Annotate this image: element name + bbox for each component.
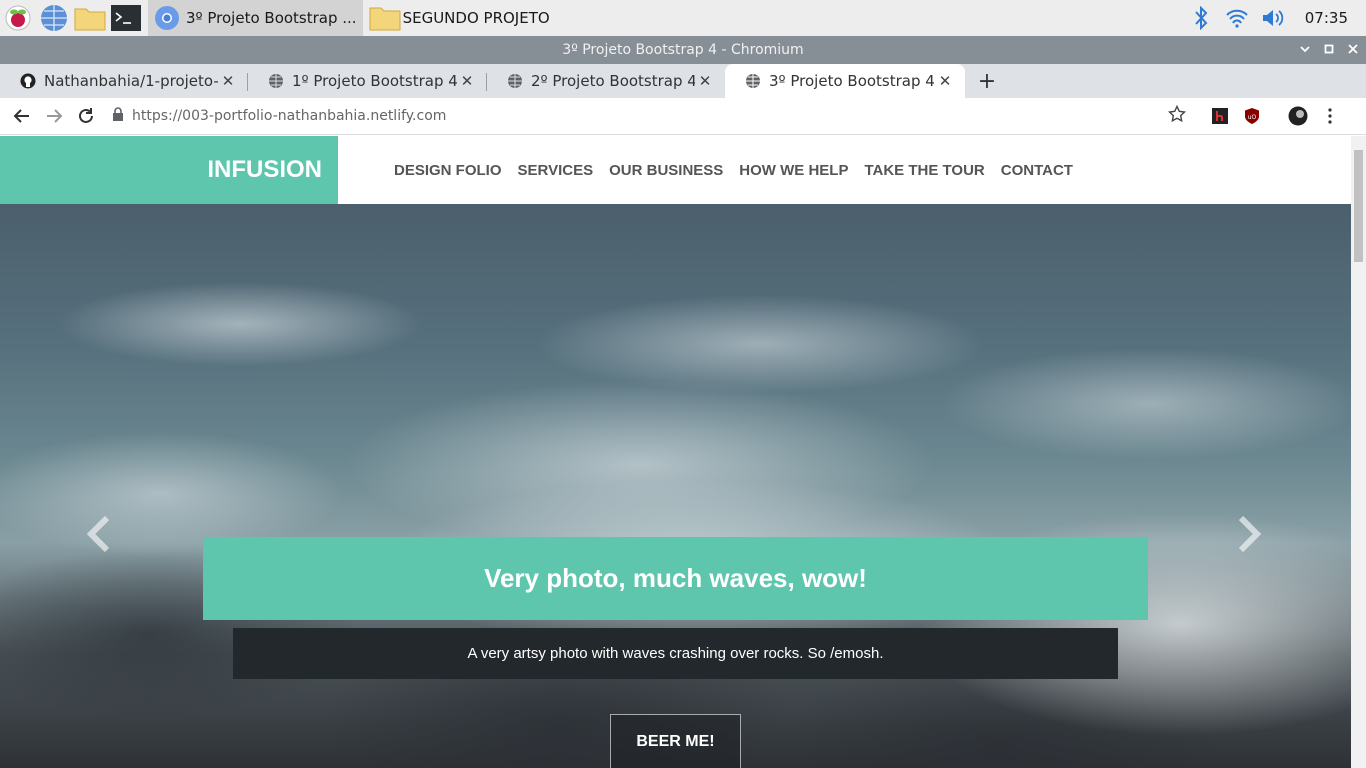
browser-toolbar: https://003-portfolio-nathanbahia.netlif… (0, 98, 1366, 135)
chromium-icon (155, 6, 179, 30)
bookmark-star-icon[interactable] (1167, 104, 1187, 127)
os-taskbar: 3º Projeto Bootstrap ... SEGUNDO PROJETO… (0, 0, 1366, 36)
tab-title: Nathanbahia/1-projeto-b (44, 72, 218, 90)
browser-tab[interactable]: 2º Projeto Bootstrap 4 ✕ (487, 64, 725, 98)
taskbar-task-folder[interactable]: SEGUNDO PROJETO (363, 0, 568, 36)
page-viewport: INFUSION DESIGN FOLIO SERVICES OUR BUSIN… (0, 136, 1366, 768)
forward-icon[interactable] (38, 100, 70, 132)
site-menu: DESIGN FOLIO SERVICES OUR BUSINESS HOW W… (386, 136, 1081, 204)
profile-avatar[interactable] (1282, 100, 1314, 132)
beer-me-button[interactable]: BEER ME! (610, 714, 741, 768)
github-icon (20, 73, 36, 89)
raspberry-menu-icon[interactable] (0, 0, 36, 36)
browser-tab[interactable]: Nathanbahia/1-projeto-b ✕ (0, 64, 248, 98)
new-tab-button[interactable]: + (965, 64, 1009, 98)
tab-title: 3º Projeto Bootstrap 4 (769, 72, 935, 90)
hero-caption-title: Very photo, much waves, wow! (203, 537, 1148, 620)
taskbar-task-chromium[interactable]: 3º Projeto Bootstrap ... (148, 0, 363, 36)
site-navbar: INFUSION DESIGN FOLIO SERVICES OUR BUSIN… (0, 136, 1351, 204)
window-titlebar: 3º Projeto Bootstrap 4 - Chromium (0, 36, 1366, 64)
url-text: https://003-portfolio-nathanbahia.netlif… (132, 108, 447, 124)
lock-icon (112, 107, 124, 125)
nav-link-take-the-tour[interactable]: TAKE THE TOUR (856, 162, 992, 179)
chrome-menu-icon[interactable] (1314, 100, 1346, 132)
nav-link-our-business[interactable]: OUR BUSINESS (601, 162, 731, 179)
chevron-right-icon (1238, 515, 1262, 553)
volume-icon[interactable] (1255, 8, 1291, 28)
reload-icon[interactable] (70, 100, 102, 132)
browser-tabstrip: Nathanbahia/1-projeto-b ✕ 1º Projeto Boo… (0, 64, 1366, 98)
close-window-icon[interactable] (1348, 43, 1358, 58)
globe-icon (508, 74, 522, 88)
close-tab-icon[interactable]: ✕ (935, 72, 955, 90)
nav-link-design-folio[interactable]: DESIGN FOLIO (386, 162, 510, 179)
site-brand[interactable]: INFUSION (0, 136, 338, 204)
page-scrollbar[interactable] (1351, 136, 1366, 768)
nav-link-how-we-help[interactable]: HOW WE HELP (731, 162, 856, 179)
taskbar-task-label: 3º Projeto Bootstrap ... (186, 9, 357, 27)
carousel-next-button[interactable] (1218, 494, 1278, 574)
maximize-icon[interactable] (1324, 43, 1334, 58)
close-tab-icon[interactable]: ✕ (457, 72, 477, 90)
browser-tab[interactable]: 1º Projeto Bootstrap 4 ✕ (248, 64, 487, 98)
globe-icon (269, 74, 283, 88)
clock[interactable]: 07:35 (1291, 9, 1366, 27)
nav-link-contact[interactable]: CONTACT (993, 162, 1081, 179)
back-icon[interactable] (6, 100, 38, 132)
ublock-origin-icon[interactable]: uO (1236, 100, 1268, 132)
minimize-icon[interactable] (1300, 43, 1310, 58)
web-browser-icon[interactable] (36, 0, 72, 36)
browser-tab-active[interactable]: 3º Projeto Bootstrap 4 ✕ (725, 64, 965, 98)
tab-title: 1º Projeto Bootstrap 4 (292, 72, 457, 90)
hero-caption-text: A very artsy photo with waves crashing o… (233, 628, 1118, 679)
carousel-prev-button[interactable] (70, 494, 130, 574)
scrollbar-thumb[interactable] (1354, 150, 1363, 262)
wifi-icon[interactable] (1219, 8, 1255, 28)
nav-link-services[interactable]: SERVICES (510, 162, 602, 179)
bluetooth-icon[interactable] (1183, 6, 1219, 30)
tab-title: 2º Projeto Bootstrap 4 (531, 72, 695, 90)
globe-icon (746, 74, 760, 88)
close-tab-icon[interactable]: ✕ (695, 72, 715, 90)
extension-h-icon[interactable] (1204, 100, 1236, 132)
taskbar-task-label: SEGUNDO PROJETO (402, 9, 550, 27)
hero-carousel: Very photo, much waves, wow! A very arts… (0, 204, 1351, 768)
svg-text:uO: uO (1248, 114, 1257, 121)
chevron-left-icon (86, 515, 110, 553)
window-title: 3º Projeto Bootstrap 4 - Chromium (562, 42, 804, 58)
address-bar[interactable]: https://003-portfolio-nathanbahia.netlif… (112, 101, 1192, 131)
terminal-icon[interactable] (108, 0, 144, 36)
file-manager-icon[interactable] (72, 0, 108, 36)
folder-icon (369, 7, 401, 31)
close-tab-icon[interactable]: ✕ (218, 72, 238, 90)
